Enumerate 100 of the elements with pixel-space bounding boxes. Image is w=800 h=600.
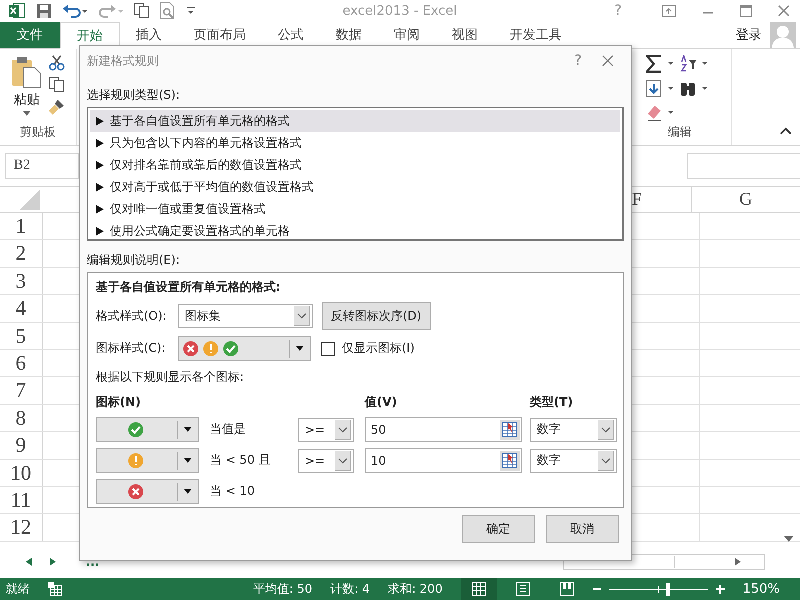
type-select[interactable]: 数字 [530,418,617,442]
row-header[interactable]: 3 [0,268,43,294]
maximize-icon[interactable] [740,5,752,17]
collapse-ribbon-icon[interactable] [780,127,792,135]
copy-icon[interactable] [134,3,150,19]
row-header[interactable]: 10 [0,460,43,486]
condition-text: 当值是 [210,421,247,438]
check-circle-icon [223,340,239,356]
ribbon-tab[interactable]: 审阅 [378,22,436,48]
ok-button[interactable]: 确定 [462,515,535,543]
eraser-icon[interactable] [646,104,676,122]
macro-record-icon[interactable] [48,582,62,596]
ribbon-tab[interactable]: 视图 [436,22,494,48]
chevron-down-icon[interactable] [294,306,310,326]
caret-icon[interactable] [184,458,192,463]
close-icon[interactable] [602,55,614,67]
condition-text: 当 < 10 [210,483,256,500]
sort-filter-icon[interactable] [680,55,710,73]
row-header[interactable]: 5 [0,322,43,349]
normal-view-button[interactable] [460,578,497,600]
scroll-down-icon[interactable] [784,536,794,542]
chevron-down-icon[interactable] [335,450,351,470]
value-input[interactable]: 10 [365,448,522,473]
caret-icon[interactable] [184,489,192,494]
customize-dropdown-icon[interactable] [186,6,196,16]
exclaim-circle-icon [128,452,144,468]
ribbon-tab[interactable]: 页面布局 [178,22,262,48]
zoom-level[interactable]: 150% [742,582,780,596]
ribbon-tab[interactable]: 文件 [0,22,60,48]
reverse-icon-order-button[interactable]: 反转图标次序(D) [322,302,431,330]
zoom-slider[interactable] [608,582,708,596]
zoom-in-icon[interactable] [716,584,725,594]
sign-in-link[interactable]: 登录 [736,26,762,44]
ribbon-tab[interactable]: 数据 [320,22,378,48]
formula-field[interactable] [687,153,800,179]
scroll-right-icon[interactable] [50,558,56,566]
count-readout: 计数: 4 [330,580,370,598]
dialog-title: 新建格式规则 [87,52,159,70]
cross-circle-icon [128,484,144,500]
page-break-icon [560,582,574,596]
chevron-down-icon[interactable] [335,420,351,440]
ribbon-display-icon[interactable] [662,5,676,17]
scroll-right-icon[interactable] [735,558,741,566]
row-header[interactable]: 4 [0,295,43,322]
close-icon[interactable] [778,5,790,17]
type-select[interactable]: 数字 [530,448,617,472]
format-style-select[interactable]: 图标集 [178,304,313,328]
name-box[interactable]: B2 [5,153,79,179]
scissors-icon[interactable] [49,55,65,71]
chevron-down-icon[interactable] [598,450,614,470]
average-readout: 平均值: 50 [253,580,313,598]
range-picker-icon[interactable] [500,420,520,440]
sum-icon[interactable] [646,55,676,73]
row-header[interactable]: 2 [0,240,43,267]
window-title: excel2013 - Excel [342,4,458,18]
caret-icon[interactable] [296,346,304,351]
row-header[interactable]: 7 [0,377,43,404]
brush-icon[interactable] [49,99,65,115]
paste-label[interactable]: 粘贴 [14,91,40,109]
ribbon-tab[interactable]: 公式 [262,22,320,48]
rule-type-item[interactable]: 基于各自值设置所有单元格的格式 [90,110,620,132]
operator-select[interactable]: >= [298,448,354,472]
rule-type-item[interactable]: 仅对排名靠前或靠后的数值设置格式 [90,154,620,176]
column-header[interactable]: G [691,187,800,212]
zoom-out-icon[interactable] [592,585,601,593]
operator-select[interactable]: >= [298,418,354,442]
column-heading: 类型(T) [530,394,574,411]
caret-icon[interactable] [184,427,192,432]
print-preview-icon[interactable] [160,2,176,20]
grid-icon [472,582,486,596]
sum-readout: 求和: 200 [388,580,443,598]
chevron-down-icon[interactable] [598,420,614,440]
undo-icon[interactable] [62,3,88,19]
ribbon-tab[interactable]: 开始 [60,22,120,49]
rule-type-item[interactable]: 只为包含以下内容的单元格设置格式 [90,132,620,154]
panel-heading: 基于各自值设置所有单元格的格式: [96,279,282,296]
value-input[interactable]: 50 [365,417,522,442]
fill-down-icon[interactable] [646,80,676,98]
icons-only-checkbox[interactable]: 仅显示图标(I) [321,340,415,357]
rule-type-item[interactable]: 使用公式确定要设置格式的单元格 [90,220,620,242]
row-header[interactable]: 1 [0,213,43,240]
bullet-arrow-icon [96,160,104,170]
row-header[interactable]: 11 [0,486,43,514]
ribbon-tab[interactable]: 开发工具 [494,22,578,48]
group-label: 剪贴板 [20,124,56,141]
cross-circle-icon [183,340,199,356]
save-icon[interactable] [36,3,52,19]
bullet-arrow-icon [96,226,104,236]
row-header[interactable]: 12 [0,514,43,541]
range-picker-icon[interactable] [500,450,520,470]
clipboard-icon[interactable] [11,55,43,89]
row-header[interactable]: 6 [0,350,43,376]
cancel-button[interactable]: 取消 [546,515,619,543]
ribbon-tab[interactable]: 插入 [120,22,178,48]
scroll-left-icon[interactable] [26,558,32,566]
row-header[interactable]: 9 [0,432,43,459]
copy-icon[interactable] [49,77,65,93]
exclaim-circle-icon [203,340,219,356]
column-heading: 值(V) [365,394,398,411]
row-header[interactable]: 8 [0,404,43,432]
